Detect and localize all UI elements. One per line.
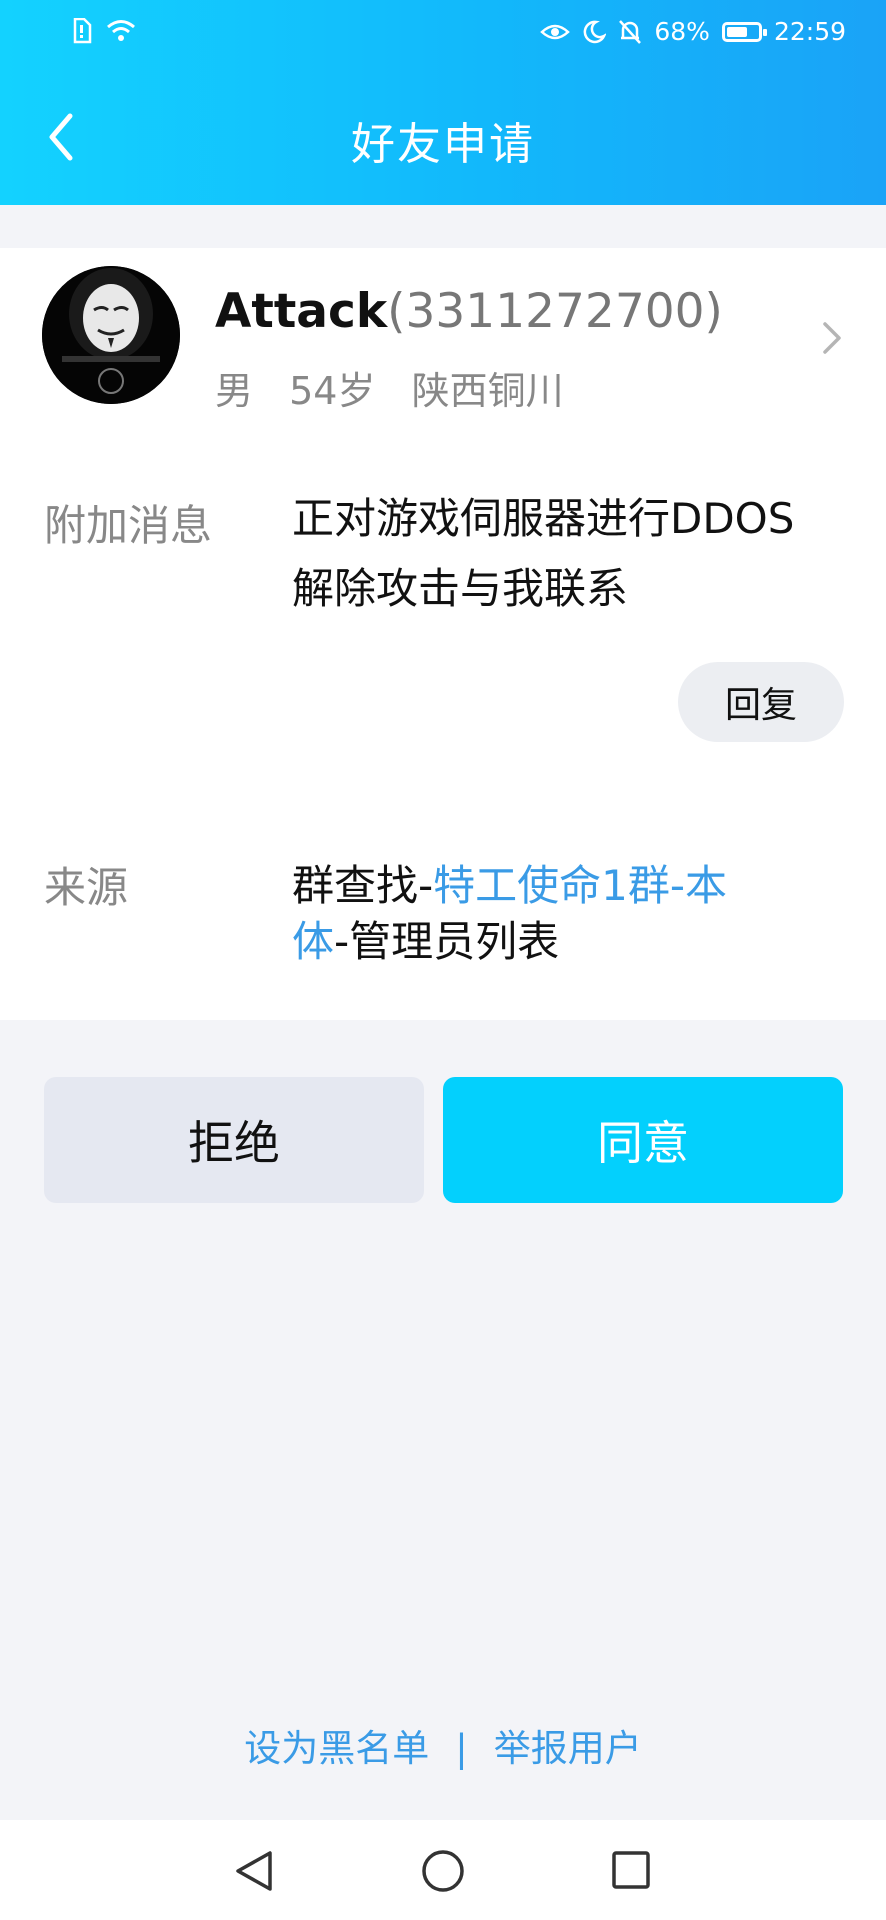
page-title: 好友申请 bbox=[351, 119, 535, 170]
message-label: 附加消息 bbox=[44, 501, 213, 550]
message-text: 正对游戏伺服器进行DDOS 解除攻击与我联系 bbox=[292, 484, 852, 624]
message-line-2: 解除攻击与我联系 bbox=[292, 564, 629, 613]
source-group-link[interactable]: 特工使命1群-本 bbox=[433, 861, 727, 910]
nav-recent-icon[interactable] bbox=[610, 1848, 652, 1894]
source-section: 来源 群查找-特工使命1群-本体-管理员列表 bbox=[0, 786, 886, 1020]
avatar-image bbox=[42, 266, 180, 404]
status-bar: 68% 22:59 bbox=[0, 0, 886, 66]
message-line-1: 正对游戏伺服器进行DDOS bbox=[292, 494, 795, 543]
moon-icon bbox=[584, 20, 607, 44]
reply-button[interactable]: 回复 bbox=[678, 662, 844, 742]
gender: 男 bbox=[215, 369, 254, 413]
clock: 22:59 bbox=[773, 17, 846, 46]
source-prefix: 群查找- bbox=[292, 861, 434, 910]
source-group-link-cont[interactable]: 体 bbox=[292, 917, 334, 966]
sim-icon bbox=[73, 18, 92, 44]
source-label: 来源 bbox=[44, 863, 129, 912]
nav-back-icon[interactable] bbox=[232, 1848, 276, 1894]
blacklist-link[interactable]: 设为黑名单 bbox=[244, 1727, 429, 1770]
footer-links: 设为黑名单 | 举报用户 bbox=[0, 1718, 886, 1772]
eye-comfort-icon bbox=[540, 24, 571, 40]
wifi-icon bbox=[107, 20, 135, 41]
system-nav-bar bbox=[0, 1820, 886, 1920]
footer-separator: | bbox=[455, 1727, 468, 1770]
app-header: 68% 22:59 好友申请 bbox=[0, 0, 886, 205]
user-name: Attack bbox=[215, 284, 388, 339]
profile-name: Attack(3311272700) bbox=[215, 284, 723, 339]
profile-info: 男 54岁 陕西铜川 bbox=[215, 360, 564, 415]
source-suffix: -管理员列表 bbox=[334, 917, 560, 966]
accept-button[interactable]: 同意 bbox=[443, 1077, 843, 1203]
battery-icon bbox=[721, 22, 767, 42]
battery-fill bbox=[726, 27, 748, 37]
avatar[interactable] bbox=[42, 266, 180, 404]
reject-button[interactable]: 拒绝 bbox=[44, 1077, 424, 1203]
message-section: 附加消息 正对游戏伺服器进行DDOS 解除攻击与我联系 回复 bbox=[0, 428, 886, 787]
mute-bell-icon bbox=[619, 20, 642, 44]
report-link[interactable]: 举报用户 bbox=[494, 1727, 642, 1770]
profile-card[interactable]: Attack(3311272700) 男 54岁 陕西铜川 bbox=[0, 248, 886, 429]
qq-number: (3311272700) bbox=[387, 284, 723, 339]
age: 54岁 bbox=[289, 369, 376, 413]
location: 陕西铜川 bbox=[411, 369, 564, 413]
chevron-right-icon[interactable] bbox=[820, 318, 844, 358]
battery-percent: 68% bbox=[654, 17, 710, 46]
source-text: 群查找-特工使命1群-本体-管理员列表 bbox=[292, 858, 812, 970]
nav-home-icon[interactable] bbox=[420, 1848, 466, 1894]
